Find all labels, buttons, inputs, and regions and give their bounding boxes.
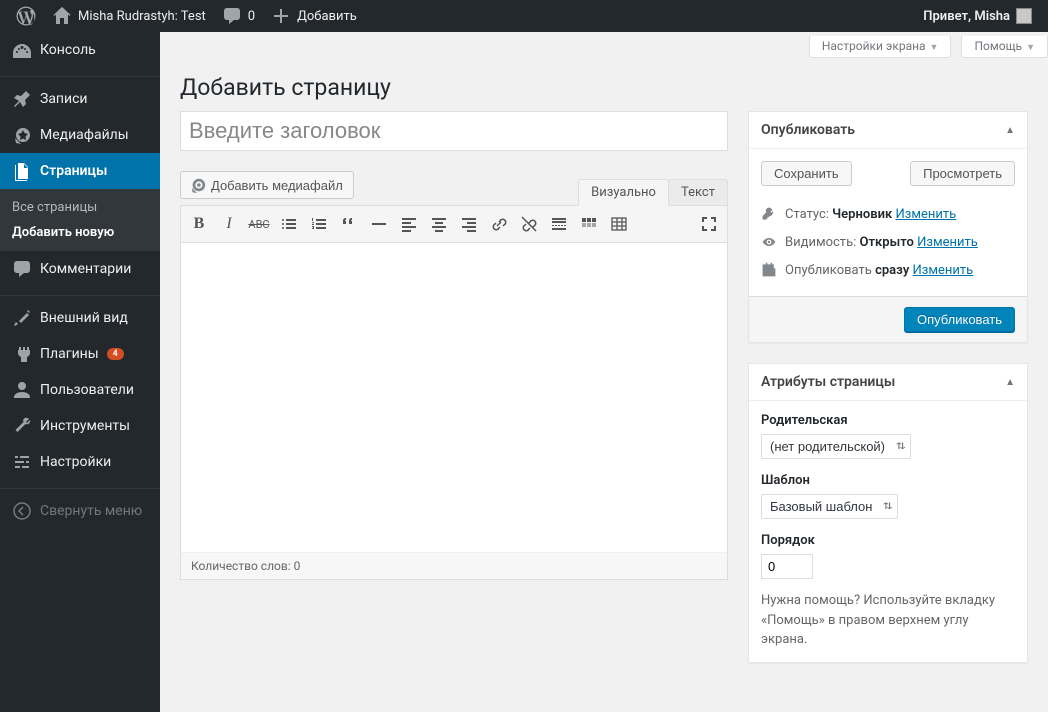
pages-submenu: Все страницы Добавить новую xyxy=(0,189,160,251)
calendar-icon xyxy=(761,262,777,278)
menu-comments[interactable]: Комментарии xyxy=(0,251,160,287)
comment-icon xyxy=(222,6,242,26)
schedule-row: Опубликовать сразу Изменить xyxy=(761,256,1015,284)
toolbar-toggle-button[interactable] xyxy=(575,210,603,238)
quote-button[interactable] xyxy=(335,210,363,238)
help-tab[interactable]: Помощь▼ xyxy=(961,36,1048,58)
menu-appearance[interactable]: Внешний вид xyxy=(0,300,160,336)
menu-pages[interactable]: Страницы xyxy=(0,153,160,189)
publish-box-header[interactable]: Опубликовать ▲ xyxy=(749,112,1027,149)
more-button[interactable] xyxy=(545,210,573,238)
tab-visual[interactable]: Визуально xyxy=(578,179,669,206)
template-label: Шаблон xyxy=(761,473,1015,488)
site-link[interactable]: Misha Rudrastyh: Test xyxy=(44,0,214,32)
edit-schedule-link[interactable]: Изменить xyxy=(913,263,974,278)
editor-box: Добавить медиафайл Визуально Текст B I A… xyxy=(180,171,728,580)
home-icon xyxy=(52,6,72,26)
comments-count: 0 xyxy=(248,9,255,24)
avatar xyxy=(1016,8,1032,24)
wrench-icon xyxy=(12,416,32,436)
add-new-link[interactable]: Добавить xyxy=(263,0,365,32)
wp-logo[interactable] xyxy=(8,0,44,32)
align-right-button[interactable] xyxy=(455,210,483,238)
italic-button[interactable]: I xyxy=(215,210,243,238)
title-input[interactable] xyxy=(180,111,728,151)
edit-visibility-link[interactable]: Изменить xyxy=(917,235,978,250)
chevron-down-icon: ▼ xyxy=(930,43,939,53)
menu-posts[interactable]: Записи xyxy=(0,81,160,117)
menu-plugins[interactable]: Плагины 4 xyxy=(0,336,160,372)
edit-status-link[interactable]: Изменить xyxy=(895,207,956,222)
pages-icon xyxy=(12,161,32,181)
link-button[interactable] xyxy=(485,210,513,238)
collapse-icon xyxy=(12,501,32,521)
order-input[interactable] xyxy=(761,554,813,579)
submenu-all-pages[interactable]: Все страницы xyxy=(0,195,160,220)
add-media-button[interactable]: Добавить медиафайл xyxy=(180,171,354,199)
parent-label: Родительская xyxy=(761,413,1015,428)
plugin-update-badge: 4 xyxy=(107,348,124,360)
unlink-button[interactable] xyxy=(515,210,543,238)
wp-logo-icon xyxy=(16,6,36,26)
menu-media[interactable]: Медиафайлы xyxy=(0,117,160,153)
hr-button[interactable] xyxy=(365,210,393,238)
screen-options-tab[interactable]: Настройки экрана▼ xyxy=(809,36,952,58)
chevron-up-icon: ▲ xyxy=(1005,377,1015,388)
template-select[interactable]: Базовый шаблон xyxy=(761,494,898,519)
pin-icon xyxy=(12,89,32,109)
bold-button[interactable]: B xyxy=(185,210,213,238)
tab-text[interactable]: Текст xyxy=(668,179,728,206)
menu-settings[interactable]: Настройки xyxy=(0,444,160,480)
plugin-icon xyxy=(12,344,32,364)
eye-icon xyxy=(761,234,777,250)
user-greeting[interactable]: Привет, Misha xyxy=(915,0,1040,32)
strike-button[interactable]: ABC xyxy=(245,210,273,238)
publish-button[interactable]: Опубликовать xyxy=(904,307,1015,332)
chevron-up-icon: ▲ xyxy=(1005,125,1015,136)
comments-icon xyxy=(12,259,32,279)
attributes-help: Нужна помощь? Используйте вкладку «Помощ… xyxy=(761,591,1015,650)
admin-sidebar: Консоль Записи Медиафайлы Страницы Все с… xyxy=(0,32,160,712)
submenu-add-page[interactable]: Добавить новую xyxy=(0,220,160,245)
save-draft-button[interactable]: Сохранить xyxy=(761,161,852,186)
publish-box: Опубликовать ▲ Сохранить Просмотреть Ста… xyxy=(748,111,1028,343)
editor-toolbar: B I ABC xyxy=(180,205,728,243)
attributes-box-header[interactable]: Атрибуты страницы ▲ xyxy=(749,364,1027,401)
page-heading: Добавить страницу xyxy=(180,58,1028,111)
site-name: Misha Rudrastyh: Test xyxy=(78,9,206,24)
media-icon xyxy=(12,125,32,145)
collapse-menu[interactable]: Свернуть меню xyxy=(0,493,160,529)
chevron-down-icon: ▼ xyxy=(1026,43,1035,53)
editor-status-bar: Количество слов: 0 xyxy=(180,552,728,580)
status-row: Статус: Черновик Изменить xyxy=(761,200,1015,228)
camera-icon xyxy=(189,176,207,194)
users-icon xyxy=(12,380,32,400)
main-content: Настройки экрана▼ Помощь▼ Добавить стран… xyxy=(160,32,1048,712)
plus-icon xyxy=(271,6,291,26)
preview-button[interactable]: Просмотреть xyxy=(910,161,1015,186)
screen-meta: Настройки экрана▼ Помощь▼ xyxy=(180,36,1048,58)
sliders-icon xyxy=(12,452,32,472)
admin-bar: Misha Rudrastyh: Test 0 Добавить Привет,… xyxy=(0,0,1048,32)
menu-dashboard[interactable]: Консоль xyxy=(0,32,160,68)
visibility-row: Видимость: Открыто Изменить xyxy=(761,228,1015,256)
order-label: Порядок xyxy=(761,533,1015,548)
parent-select[interactable]: (нет родительской) xyxy=(761,434,911,459)
align-center-button[interactable] xyxy=(425,210,453,238)
key-icon xyxy=(761,206,777,222)
fullscreen-button[interactable] xyxy=(695,210,723,238)
brush-icon xyxy=(12,308,32,328)
attributes-box: Атрибуты страницы ▲ Родительская (нет ро… xyxy=(748,363,1028,663)
comments-link[interactable]: 0 xyxy=(214,0,263,32)
table-button[interactable] xyxy=(605,210,633,238)
title-wrap xyxy=(180,111,728,151)
ul-button[interactable] xyxy=(275,210,303,238)
dashboard-icon xyxy=(12,40,32,60)
menu-tools[interactable]: Инструменты xyxy=(0,408,160,444)
ol-button[interactable] xyxy=(305,210,333,238)
editor-content[interactable] xyxy=(180,243,728,553)
menu-users[interactable]: Пользователи xyxy=(0,372,160,408)
align-left-button[interactable] xyxy=(395,210,423,238)
